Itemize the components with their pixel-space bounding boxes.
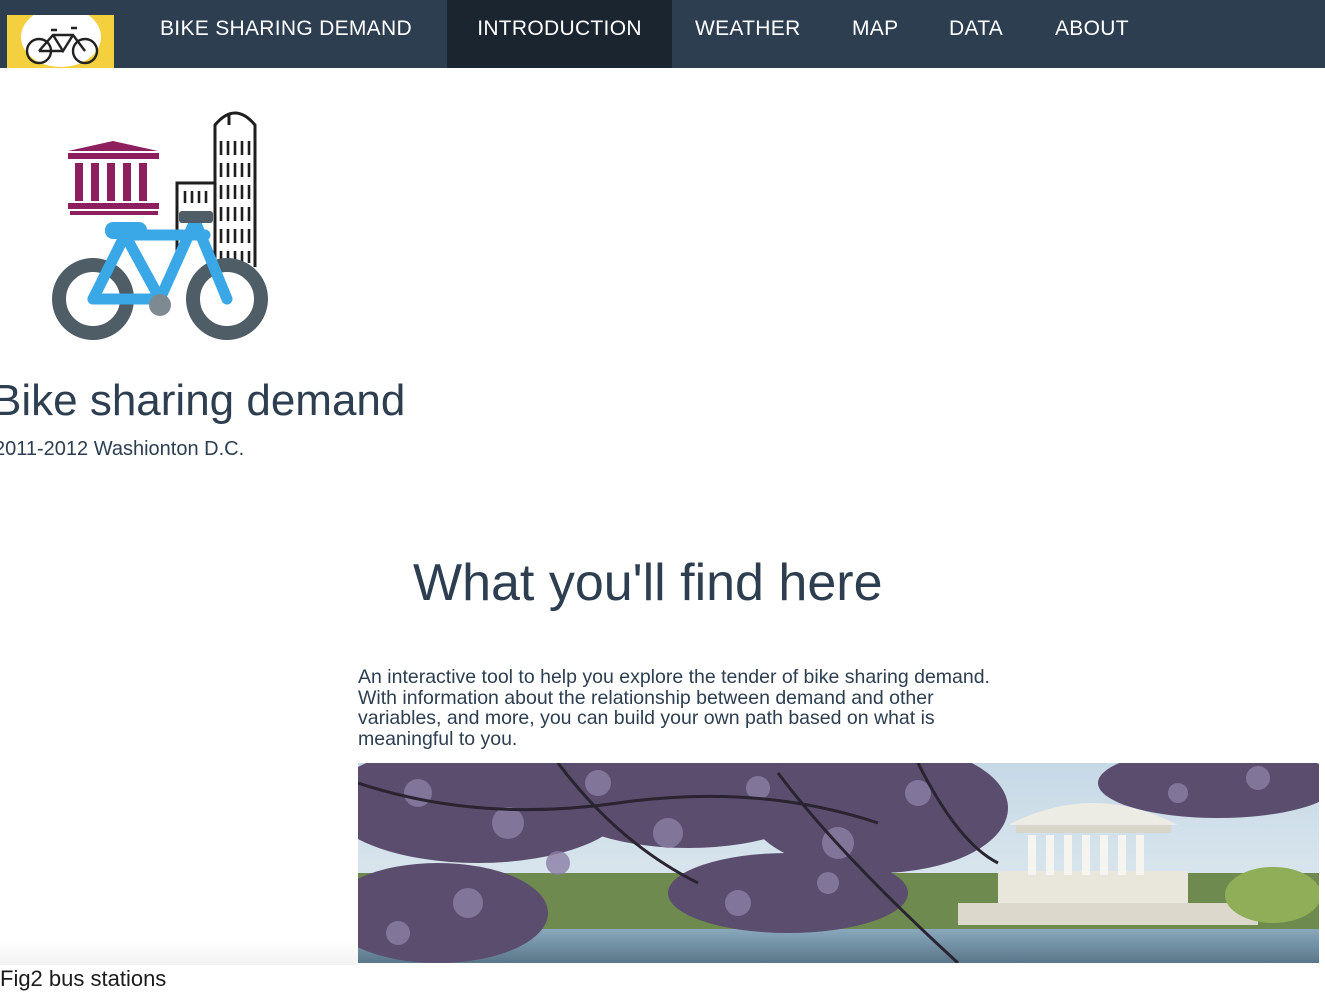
section-heading: What you'll find here bbox=[413, 554, 883, 612]
bicycle-logo-icon[interactable] bbox=[7, 15, 114, 68]
tab-data[interactable]: DATA bbox=[949, 0, 1003, 68]
tab-weather[interactable]: WEATHER bbox=[695, 0, 801, 68]
city-bicycle-icon bbox=[45, 105, 280, 340]
nav-brand-link[interactable]: BIKE SHARING DEMAND bbox=[160, 0, 412, 68]
figure-caption: Fig2 bus stations bbox=[0, 966, 167, 991]
page-subtitle: 2011-2012 Washionton D.C. bbox=[0, 438, 245, 460]
top-navbar: BIKE SHARING DEMAND INTRODUCTION WEATHER… bbox=[0, 0, 1325, 68]
cherry-blossoms-jefferson-memorial-photo bbox=[358, 763, 1319, 963]
tab-map[interactable]: MAP bbox=[852, 0, 898, 68]
tab-about[interactable]: ABOUT bbox=[1055, 0, 1129, 68]
bottom-divider bbox=[0, 940, 358, 965]
tab-introduction[interactable]: INTRODUCTION bbox=[447, 0, 672, 68]
intro-paragraph: An interactive tool to help you explore … bbox=[358, 666, 990, 750]
page-title: Bike sharing demand bbox=[0, 376, 406, 425]
